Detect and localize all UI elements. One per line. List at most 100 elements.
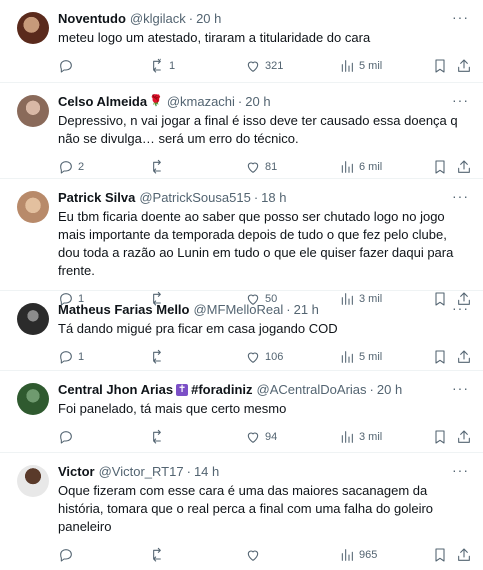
- avatar[interactable]: [17, 303, 49, 335]
- tweet-time[interactable]: 18 h: [261, 189, 286, 206]
- share-button[interactable]: [456, 58, 472, 74]
- retweet-icon: [153, 547, 161, 562]
- bookmark-button[interactable]: [432, 429, 448, 445]
- share-button[interactable]: [456, 349, 472, 365]
- reply-button[interactable]: [58, 58, 78, 74]
- view-count: 5 mil: [359, 351, 383, 363]
- retweet-button[interactable]: [149, 547, 169, 563]
- more-dots-icon[interactable]: ···: [452, 93, 469, 107]
- tweet-text: Foi panelado, tá mais que certo mesmo: [58, 401, 287, 416]
- bookmark-button[interactable]: [432, 58, 448, 74]
- tweet-time[interactable]: 20 h: [377, 381, 402, 398]
- separator-dot: ·: [186, 464, 191, 479]
- separator-dot: ·: [369, 382, 374, 397]
- tweet[interactable]: Central Jhon Arias ✝ #foradiniz @ACentra…: [0, 371, 483, 453]
- tweet-actions: 1 106 5 mil: [58, 342, 471, 372]
- more-dots-icon[interactable]: ···: [452, 463, 469, 477]
- more-dots-icon[interactable]: ···: [452, 10, 469, 24]
- separator-dot: ·: [237, 94, 243, 109]
- share-button[interactable]: [456, 429, 472, 445]
- like-count: 321: [265, 60, 284, 72]
- like-count: 81: [265, 161, 278, 173]
- bookmark-icon: [435, 548, 445, 562]
- retweet-button[interactable]: [149, 349, 169, 365]
- author-name[interactable]: Matheus Farias Mello: [58, 301, 189, 318]
- retweet-count: 1: [169, 60, 176, 72]
- like-button[interactable]: 94: [245, 429, 277, 445]
- view-count: 5 mil: [359, 60, 383, 72]
- author-handle[interactable]: @kmazachi: [167, 93, 235, 110]
- avatar[interactable]: [17, 465, 49, 497]
- share-icon: [458, 548, 470, 561]
- author-name[interactable]: Patrick Silva: [58, 189, 135, 206]
- like-button[interactable]: 81: [245, 159, 277, 175]
- author-name[interactable]: Noventudo: [58, 10, 126, 27]
- avatar[interactable]: [17, 191, 49, 223]
- heart-icon: [247, 432, 259, 443]
- retweet-button[interactable]: 1: [149, 58, 175, 74]
- tweet-time[interactable]: 20 h: [196, 10, 221, 27]
- tweet-text: Eu tbm ficaria doente ao saber que posso…: [58, 209, 454, 278]
- avatar[interactable]: [17, 12, 49, 44]
- author-handle[interactable]: @klgilack: [130, 10, 186, 27]
- reply-button[interactable]: [58, 429, 78, 445]
- tweet-header: Matheus Farias Mello @MFMelloReal · 21 h: [58, 301, 471, 318]
- share-button[interactable]: [456, 159, 472, 175]
- tweet-actions: 2 81 6 mil: [58, 152, 471, 182]
- author-handle[interactable]: @ACentralDoArias: [257, 381, 367, 398]
- author-name-hashtag: #foradiniz: [191, 382, 253, 397]
- author-name[interactable]: Celso Almeida: [58, 93, 147, 110]
- author-handle[interactable]: @MFMelloReal: [193, 301, 283, 318]
- reply-icon: [60, 431, 72, 444]
- tweet-header: Central Jhon Arias ✝ #foradiniz @ACentra…: [58, 381, 471, 398]
- more-dots-icon[interactable]: ···: [452, 381, 469, 395]
- author-name[interactable]: Victor: [58, 463, 95, 480]
- views-chart-icon: [341, 431, 353, 443]
- views-button[interactable]: 3 mil: [339, 429, 382, 445]
- bookmark-button[interactable]: [432, 349, 448, 365]
- rose-emoji: 🌹: [149, 95, 163, 107]
- tweet-time[interactable]: 14 h: [194, 463, 219, 480]
- heart-icon: [247, 162, 259, 173]
- bookmark-button[interactable]: [432, 547, 448, 563]
- reply-button[interactable]: 2: [58, 159, 84, 175]
- reply-icon: [60, 351, 72, 364]
- tweet-time[interactable]: 21 h: [294, 301, 319, 318]
- views-button[interactable]: 5 mil: [339, 349, 382, 365]
- views-button[interactable]: 965: [339, 547, 377, 563]
- like-button[interactable]: [245, 547, 265, 563]
- reply-button[interactable]: 1: [58, 349, 84, 365]
- tweet[interactable]: Celso Almeida 🌹 @kmazachi · 20 h ··· Dep…: [0, 83, 483, 179]
- avatar[interactable]: [17, 383, 49, 415]
- tweet[interactable]: Patrick Silva @PatrickSousa515 · 18 h ··…: [0, 179, 483, 306]
- like-count: 106: [265, 351, 284, 363]
- tweet[interactable]: Matheus Farias Mello @MFMelloReal · 21 h…: [0, 291, 483, 371]
- views-chart-icon: [341, 549, 353, 561]
- separator-dot: ·: [253, 190, 259, 205]
- avatar[interactable]: [17, 95, 49, 127]
- retweet-icon: [153, 159, 161, 174]
- like-button[interactable]: 321: [245, 58, 283, 74]
- author-handle[interactable]: @PatrickSousa515: [139, 189, 250, 206]
- tweet[interactable]: Victor @Victor_RT17 · 14 h ··· Oque fize…: [0, 453, 483, 562]
- more-dots-icon[interactable]: ···: [452, 189, 469, 203]
- retweet-button[interactable]: [149, 429, 169, 445]
- reply-count: 1: [78, 351, 85, 363]
- author-handle[interactable]: @Victor_RT17: [99, 463, 184, 480]
- retweet-icon: [153, 58, 161, 73]
- more-dots-icon[interactable]: ···: [452, 301, 469, 315]
- reply-button[interactable]: [58, 547, 78, 563]
- retweet-icon: [153, 429, 161, 444]
- share-icon: [458, 160, 470, 173]
- tweet[interactable]: Noventudo @klgilack · 20 h ··· meteu log…: [0, 0, 483, 83]
- separator-dot: ·: [188, 11, 194, 26]
- like-button[interactable]: 106: [245, 349, 283, 365]
- tweet-header: Noventudo @klgilack · 20 h: [58, 10, 471, 27]
- share-button[interactable]: [456, 547, 472, 563]
- tweet-time[interactable]: 20 h: [245, 93, 270, 110]
- author-name[interactable]: Central Jhon Arias: [58, 381, 173, 398]
- views-button[interactable]: 6 mil: [339, 159, 382, 175]
- views-button[interactable]: 5 mil: [339, 58, 382, 74]
- retweet-button[interactable]: [149, 159, 169, 175]
- bookmark-button[interactable]: [432, 159, 448, 175]
